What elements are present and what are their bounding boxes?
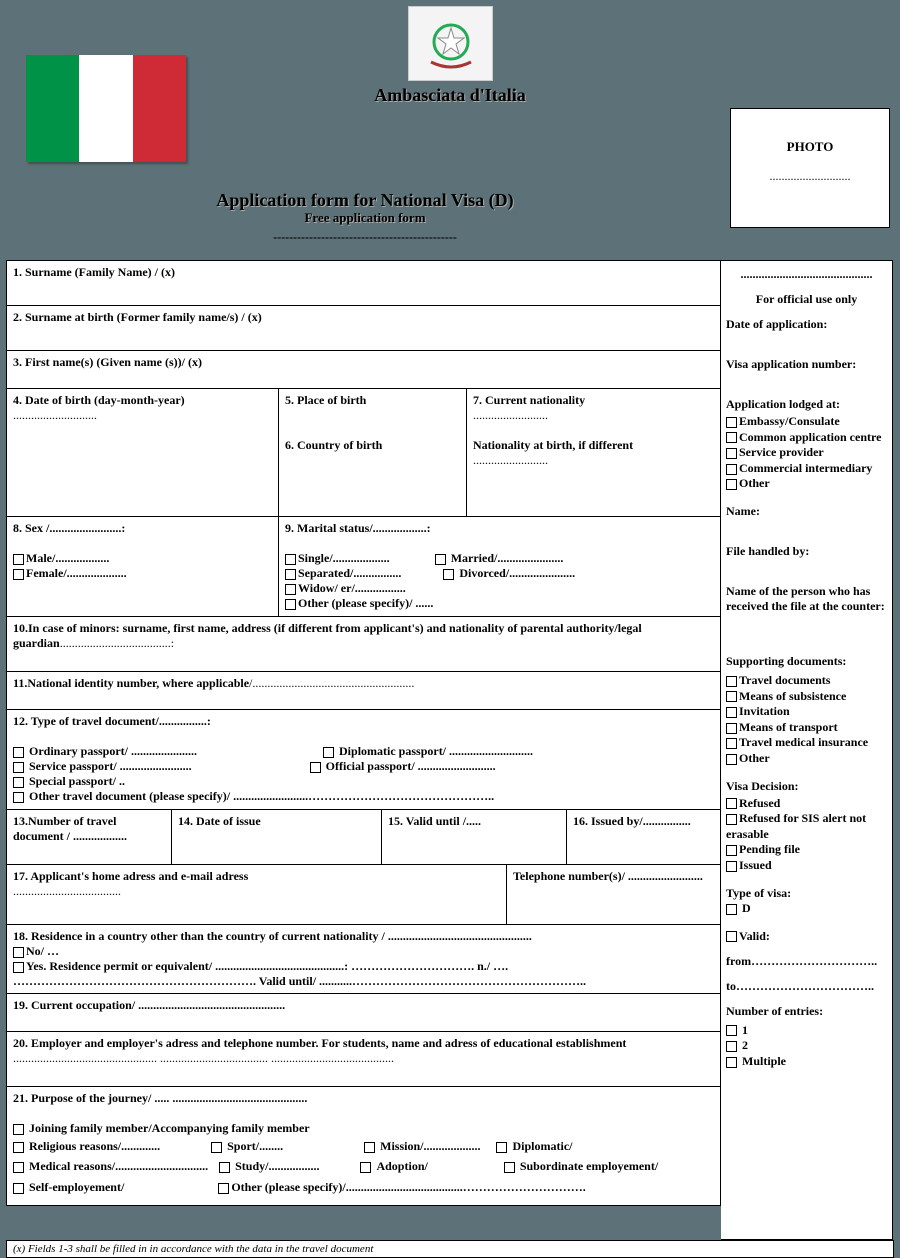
emblem-icon (421, 14, 481, 74)
checkbox-refused[interactable] (726, 798, 737, 809)
field-17-address[interactable]: 17. Applicant's home adress and e-mail a… (6, 864, 506, 924)
checkbox-joining[interactable] (13, 1124, 24, 1135)
checkbox-religious[interactable] (13, 1142, 24, 1153)
checkbox-sd-medical[interactable] (726, 738, 737, 749)
field-17b-telephone[interactable]: Telephone number(s)/ ...................… (506, 864, 721, 924)
checkbox-valid[interactable] (726, 931, 737, 942)
valid-label: Valid: (739, 929, 770, 943)
checkbox-separated[interactable] (285, 569, 296, 580)
checkbox-purpose-other[interactable] (218, 1183, 229, 1194)
checkbox-entries-m[interactable] (726, 1057, 737, 1068)
checkbox-male[interactable] (13, 554, 24, 565)
field-13-doc-number[interactable]: 13.Number of travel document / .........… (6, 809, 171, 864)
checkbox-sd-other[interactable] (726, 754, 737, 765)
checkbox-study[interactable] (219, 1162, 230, 1173)
checkbox-ordinary[interactable] (13, 747, 24, 758)
field-21-purpose[interactable]: 21. Purpose of the journey/ ..... ......… (6, 1086, 721, 1206)
checkbox-diplomatic[interactable] (496, 1142, 507, 1153)
footnote: (x) Fields 1-3 shall be filled in in acc… (6, 1240, 894, 1258)
field-10-minors[interactable]: 10.In case of minors: surname, first nam… (6, 616, 721, 671)
form-title: Application form for National Visa (D) (0, 190, 730, 211)
field-15-doc-valid[interactable]: 15. Valid until /..... (381, 809, 566, 864)
checkbox-service[interactable] (13, 762, 24, 773)
valid-to: to…………………………….. (726, 979, 887, 994)
checkbox-sd-transport[interactable] (726, 723, 737, 734)
field-3-first-name[interactable]: 3. First name(s) (Given name (s))/ (x) (6, 350, 721, 388)
photo-dots: ........................... (731, 169, 889, 184)
field-11-id-number[interactable]: 11.National identity number, where appli… (6, 671, 721, 709)
side-top-dots: ........................................… (726, 267, 887, 282)
emblem-italy (408, 6, 493, 81)
checkbox-self[interactable] (13, 1183, 24, 1194)
checkbox-provider[interactable] (726, 448, 737, 459)
field-9-marital[interactable]: 9. Marital status/..................: Si… (278, 516, 721, 616)
number-entries: Number of entries: (726, 1004, 887, 1019)
checkbox-refused-sis[interactable] (726, 814, 737, 825)
field-14-doc-issue[interactable]: 14. Date of issue (171, 809, 381, 864)
checkbox-res-no[interactable] (13, 947, 24, 958)
form-subtitle: Free application form (0, 210, 730, 226)
checkbox-diplomatic-pp[interactable] (323, 747, 334, 758)
official-use-panel: ........................................… (721, 260, 893, 1240)
field-8-sex[interactable]: 8. Sex /........................: Male/.… (6, 516, 278, 616)
checkbox-widow[interactable] (285, 584, 296, 595)
photo-box: PHOTO ........................... (730, 108, 890, 228)
checkbox-sd-inv[interactable] (726, 707, 737, 718)
field-12-travel-doc[interactable]: 12. Type of travel document/............… (6, 709, 721, 809)
checkbox-married[interactable] (435, 554, 446, 565)
checkbox-medical[interactable] (13, 1162, 24, 1173)
checkbox-mission[interactable] (364, 1142, 375, 1153)
field-7-nationality[interactable]: 7. Current nationality .................… (466, 388, 721, 516)
field-18-residence[interactable]: 18. Residence in a country other than th… (6, 924, 721, 993)
checkbox-pending[interactable] (726, 845, 737, 856)
official-use-label: For official use only (726, 292, 887, 307)
checkbox-embassy[interactable] (726, 417, 737, 428)
checkbox-entries-2[interactable] (726, 1041, 737, 1052)
flag-italy (26, 55, 186, 162)
checkbox-sd-means[interactable] (726, 691, 737, 702)
valid-from: from………………………….. (726, 954, 887, 969)
checkbox-type-d[interactable] (726, 904, 737, 915)
checkbox-divorced[interactable] (443, 569, 454, 580)
file-handled: File handled by: (726, 544, 887, 559)
visa-app-number: Visa application number: (726, 357, 887, 372)
checkbox-entries-1[interactable] (726, 1025, 737, 1036)
ambasciata-title: Ambasciata d'Italia (0, 85, 900, 106)
checkbox-official[interactable] (310, 762, 321, 773)
type-of-visa: Type of visa: (726, 886, 887, 902)
visa-decision: Visa Decision: (726, 779, 887, 794)
checkbox-female[interactable] (13, 569, 24, 580)
field-2-birth-surname[interactable]: 2. Surname at birth (Former family name/… (6, 305, 721, 350)
checkbox-adoption[interactable] (360, 1162, 371, 1173)
lodged-at: Application lodged at: (726, 397, 887, 412)
checkbox-commercial[interactable] (726, 464, 737, 475)
header-dots: ----------------------------------------… (0, 230, 730, 245)
checkbox-subordinate[interactable] (504, 1162, 515, 1173)
checkbox-res-yes[interactable] (13, 962, 24, 973)
photo-label: PHOTO (731, 139, 889, 155)
side-name: Name: (726, 504, 887, 519)
checkbox-other-doc[interactable] (13, 792, 24, 803)
date-of-application: Date of application: (726, 317, 887, 332)
field-20-employer[interactable]: 20. Employer and employer's adress and t… (6, 1031, 721, 1086)
checkbox-sd-travel[interactable] (726, 676, 737, 687)
field-16-doc-by[interactable]: 16. Issued by/................ (566, 809, 721, 864)
checkbox-marital-other[interactable] (285, 599, 296, 610)
checkbox-special[interactable] (13, 777, 24, 788)
field-4-dob[interactable]: 4. Date of birth (day-month-year) ......… (6, 388, 278, 516)
field-19-occupation[interactable]: 19. Current occupation/ ................… (6, 993, 721, 1031)
checkbox-sport[interactable] (211, 1142, 222, 1153)
checkbox-common[interactable] (726, 432, 737, 443)
field-1-surname[interactable]: 1. Surname (Family Name) / (x) (6, 260, 721, 305)
received-by: Name of the person who has received the … (726, 584, 887, 614)
supporting-docs: Supporting documents: (726, 654, 887, 669)
checkbox-issued[interactable] (726, 861, 737, 872)
field-5-6-birthplace[interactable]: 5. Place of birth 6. Country of birth (278, 388, 466, 516)
checkbox-lodged-other[interactable] (726, 479, 737, 490)
checkbox-single[interactable] (285, 554, 296, 565)
